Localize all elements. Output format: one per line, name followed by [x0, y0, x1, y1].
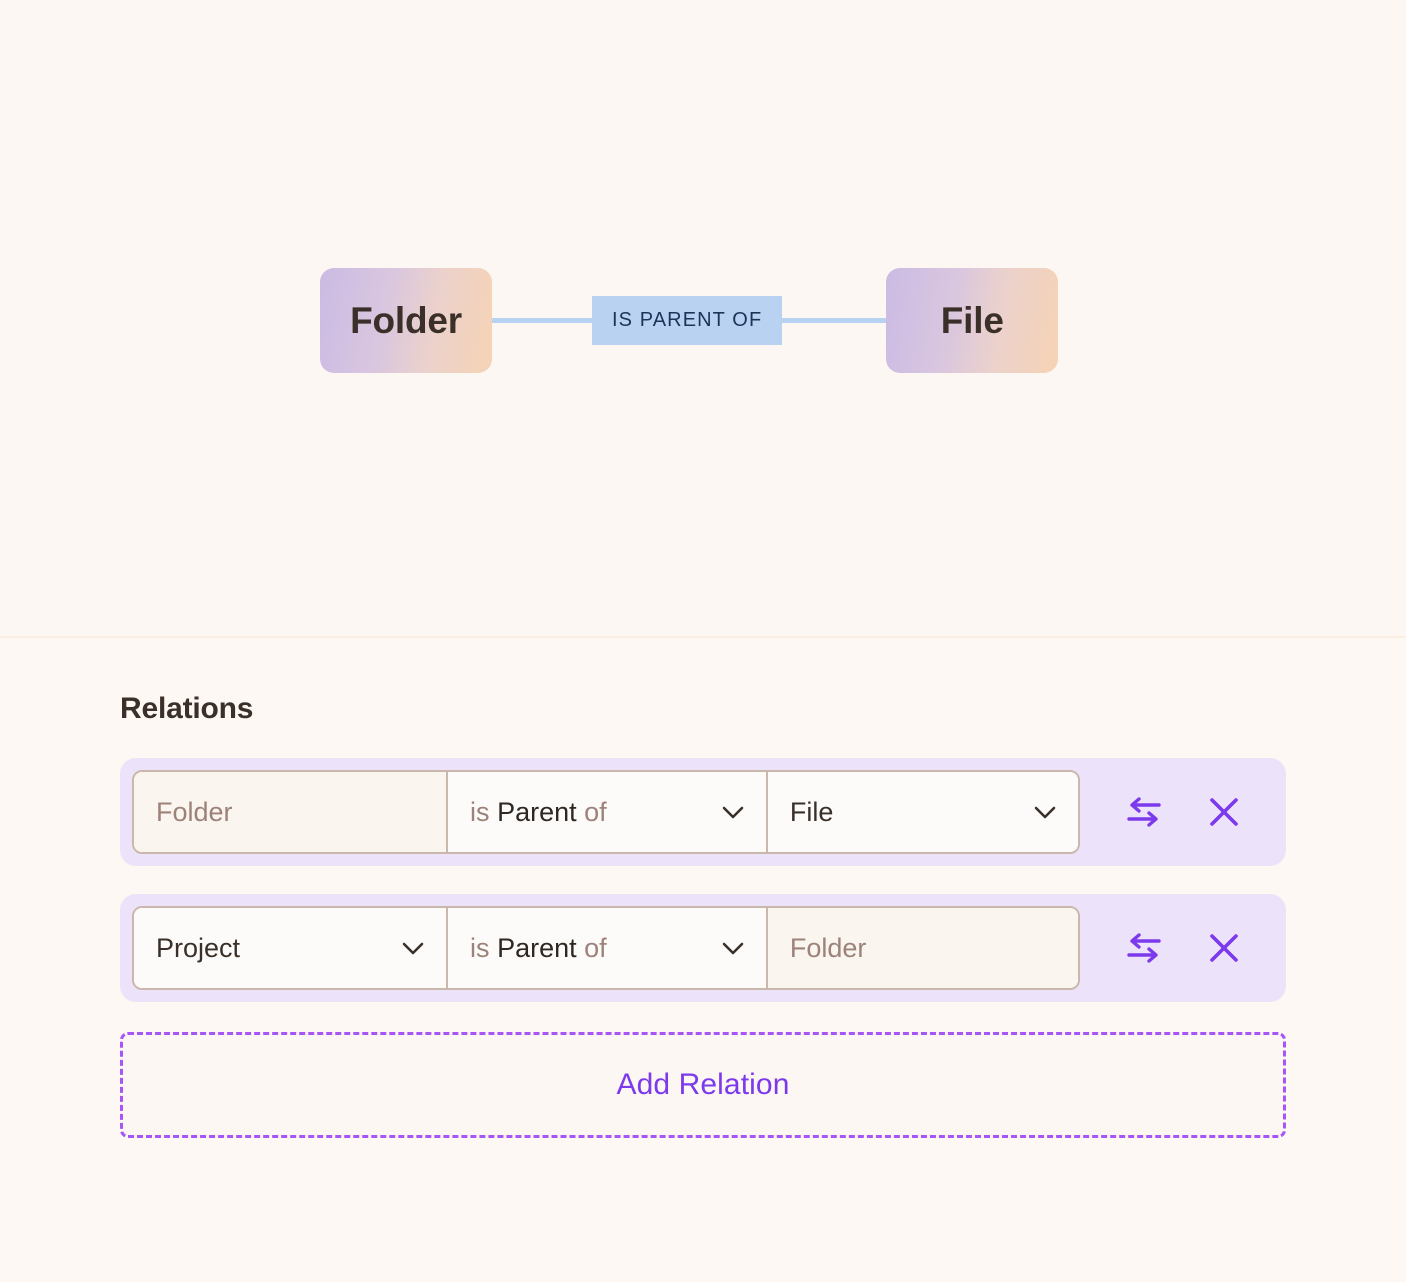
relation-object-select[interactable]: Folder — [765, 908, 1078, 988]
chevron-down-icon — [402, 942, 424, 955]
relation-predicate-value: is Parent of — [470, 933, 607, 964]
swap-arrows-icon — [1125, 795, 1163, 829]
graph-node-source-label: Folder — [350, 299, 462, 341]
relation-fields: Project is Parent of Folder — [132, 906, 1080, 990]
close-x-icon — [1206, 794, 1242, 830]
chevron-down-icon — [722, 942, 744, 955]
edge-label-chip[interactable]: IS PARENT OF — [592, 296, 783, 345]
add-relation-button[interactable]: Add Relation — [120, 1032, 1286, 1138]
predicate-prefix: is — [470, 932, 490, 963]
graph-node-source[interactable]: Folder — [320, 268, 492, 373]
relations-panel: Relations Folder is Parent of File Proje… — [0, 638, 1406, 1280]
swap-relation-button[interactable] — [1124, 928, 1164, 968]
predicate-suffix: of — [584, 796, 607, 827]
predicate-suffix: of — [584, 932, 607, 963]
swap-arrows-icon — [1125, 931, 1163, 965]
relation-subject-value: Folder — [156, 796, 233, 827]
predicate-verb: Parent — [497, 796, 577, 827]
relation-row: Project is Parent of Folder — [120, 894, 1286, 1002]
relation-fields: Folder is Parent of File — [132, 770, 1080, 854]
relation-predicate-value: is Parent of — [470, 797, 607, 828]
relation-row-actions — [1080, 928, 1286, 968]
relations-panel-title: Relations — [120, 692, 254, 725]
relation-row: Folder is Parent of File — [120, 758, 1286, 866]
delete-relation-button[interactable] — [1204, 928, 1244, 968]
relation-object-value: Folder — [789, 932, 867, 963]
graph-node-target[interactable]: File — [886, 268, 1059, 373]
edge-line-left — [492, 318, 592, 323]
relation-subject-select[interactable]: Folder — [134, 772, 447, 852]
predicate-verb: Parent — [497, 932, 577, 963]
swap-relation-button[interactable] — [1124, 792, 1164, 832]
relation-row-actions — [1080, 792, 1286, 832]
chevron-down-icon — [1034, 806, 1056, 819]
relation-object-select[interactable]: File — [765, 772, 1078, 852]
predicate-prefix: is — [470, 796, 490, 827]
relation-object-value: File — [789, 796, 834, 827]
relation-predicate-select[interactable]: is Parent of — [446, 772, 766, 852]
relation-subject-select[interactable]: Project — [134, 908, 447, 988]
edge-line-right — [782, 318, 887, 323]
graph-node-target-label: File — [940, 299, 1004, 341]
close-x-icon — [1206, 930, 1242, 966]
relation-predicate-select[interactable]: is Parent of — [446, 908, 766, 988]
relation-subject-value: Project — [156, 932, 241, 963]
graph-canvas[interactable]: Folder IS PARENT OF File — [0, 0, 1406, 638]
chevron-down-icon — [722, 806, 744, 819]
delete-relation-button[interactable] — [1204, 792, 1244, 832]
relation-graph: Folder IS PARENT OF File — [320, 268, 1059, 373]
graph-edge: IS PARENT OF — [492, 296, 887, 345]
